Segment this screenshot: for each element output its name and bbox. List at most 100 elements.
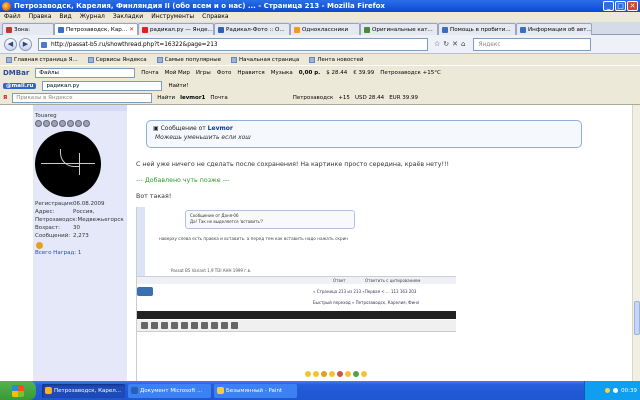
tab-label: радикал.ру — Янде... [150, 26, 213, 33]
bookmark-start-page[interactable]: Начальная страница [230, 56, 300, 63]
maximize-button[interactable]: □ [615, 1, 626, 11]
tray-icon[interactable] [605, 388, 611, 393]
awards-link[interactable]: Всего Наград: 1 [33, 249, 127, 257]
toolbar-item-like[interactable]: Нравится [237, 70, 264, 76]
back-button[interactable]: ◀ [4, 37, 17, 51]
tab-original-cat[interactable]: Оригинальные кат... [360, 23, 438, 35]
tab-favicon-icon [294, 26, 300, 33]
bookmark-label: Начальная страница [238, 56, 300, 63]
menu-view[interactable]: Вид [59, 12, 71, 22]
toolbar-item-games[interactable]: Игры [196, 70, 211, 76]
menu-help[interactable]: Справка [202, 12, 228, 22]
detail-address: Адрес: Россия, [35, 208, 125, 216]
clock[interactable]: 00:39 [621, 388, 637, 394]
tab-help[interactable]: Помощь в пробити... [438, 23, 516, 35]
bookmark-yandex-services[interactable]: Сервисы Яндекса [87, 56, 147, 63]
files-field[interactable]: Файлы [35, 67, 136, 78]
stop-icon[interactable]: ✕ [452, 40, 458, 48]
tool-icon [231, 322, 238, 329]
screenshot-post-text: наверху слева есть правка и вставить. а … [159, 236, 349, 241]
taskbar-label: Документ Microsoft ... [140, 387, 203, 394]
firefox-icon [45, 387, 52, 394]
yandex-mail[interactable]: Почта [210, 95, 227, 101]
tab-zone[interactable]: Зона: [2, 23, 54, 35]
taskbar-firefox[interactable]: Петрозаводск, Карел... [42, 383, 125, 398]
reputation-icon [75, 120, 82, 127]
home-icon[interactable]: ⌂ [461, 40, 465, 48]
menu-bookmarks[interactable]: Закладки [113, 12, 143, 22]
toolbar-item-music[interactable]: Музыка [271, 70, 293, 76]
menu-history[interactable]: Журнал [80, 12, 105, 22]
vertical-scrollbar[interactable] [632, 105, 640, 381]
taskbar-label: Безымянный - Paint [226, 387, 283, 394]
attached-screenshot: Сообщение от Даня-06 Да! Так не выделяет… [136, 207, 456, 381]
tool-icon [181, 322, 188, 329]
taskbar-word[interactable]: Документ Microsoft ... [128, 383, 211, 398]
scrollbar-thumb[interactable] [634, 301, 640, 335]
mailru-find-button[interactable]: Найти! [168, 83, 188, 89]
start-button[interactable] [0, 381, 36, 400]
username[interactable]: Touareg [33, 111, 127, 119]
yandex-user[interactable]: levmor1 [180, 95, 205, 101]
tab-petrozavodsk[interactable]: Петрозаводск, Кар... ✕ [54, 23, 138, 35]
windows-logo-icon [12, 384, 24, 397]
search-box[interactable]: Яндекс [473, 37, 592, 51]
menu-edit[interactable]: Правка [29, 12, 52, 22]
dmbar-toolbar: DMBar Файлы Почта Мой Мир Игры Фото Нрав… [0, 65, 640, 79]
taskbar-paint[interactable]: Безымянный - Paint [214, 383, 297, 398]
tab-favicon-icon [6, 26, 12, 33]
detail-key: Регистрация: [35, 201, 74, 207]
bookmark-news-feed[interactable]: Лента новостей [309, 56, 363, 63]
bookmark-popular[interactable]: Самые популярные [156, 56, 221, 63]
toolbar-item-mail[interactable]: Почта [141, 70, 158, 76]
post-text-line: С ней уже ничего не сделать после сохран… [136, 161, 450, 168]
toolbar-item-photo[interactable]: Фото [217, 70, 232, 76]
site-identity-icon [41, 41, 47, 48]
detail-age: Возраст: 30 [35, 224, 125, 232]
detail-value: Медвежьегорск [77, 217, 124, 223]
menu-file[interactable]: Файл [4, 12, 21, 22]
quote-author[interactable]: Levmor [208, 125, 233, 132]
weather-widget[interactable]: Петрозаводск +15°C [380, 70, 441, 76]
tab-odnoklassniki[interactable]: Одноклассники [290, 23, 360, 35]
yandex-search-field[interactable]: Приказы в Яндексе [12, 93, 153, 103]
yandex-find-button[interactable]: Найти [157, 95, 175, 101]
mailru-search-field[interactable]: радикал.ру [42, 80, 163, 91]
bookmark-yandex-home[interactable]: Главная страница Я... [6, 56, 78, 63]
reputation-icon [35, 120, 42, 127]
window-title: Петрозаводск, Карелия, Финляндия II (обо… [14, 2, 385, 10]
reputation-icon [59, 120, 66, 127]
toolbar-item-my-world[interactable]: Мой Мир [165, 70, 190, 76]
tab-label: Информация об авт... [528, 26, 592, 33]
balance-value: 0,00 р. [298, 69, 321, 76]
close-button[interactable]: ✕ [627, 1, 638, 11]
menu-tools[interactable]: Инструменты [151, 12, 194, 22]
window-controls: _ □ ✕ [603, 1, 638, 11]
bookmark-label: Сервисы Яндекса [95, 56, 147, 63]
screenshot-reply-button [137, 287, 153, 296]
tab-favicon-icon [142, 26, 148, 33]
yandex-city[interactable]: Петрозаводск [293, 95, 334, 101]
screenshot-tool-icons [137, 320, 456, 332]
detail-value: 2,273 [73, 233, 89, 239]
yandex-eur: EUR 39.99 [389, 95, 419, 101]
url-bar[interactable]: http://passat-b5.ru/showthread.php?t=163… [38, 37, 428, 51]
tab-radikal-yandex[interactable]: радикал.ру — Янде... [138, 23, 214, 35]
reputation-icon [43, 120, 50, 127]
dropdown-icon[interactable]: ☆ [434, 40, 440, 48]
tool-icon [221, 322, 228, 329]
volume-icon[interactable] [613, 388, 619, 393]
quote-header: ▣ Сообщение от Levmor [153, 125, 233, 132]
menu-bar: Файл Правка Вид Журнал Закладки Инструме… [0, 12, 640, 22]
firefox-icon [2, 2, 11, 11]
tab-radikal-photo[interactable]: Радикал-Фото :: О... [214, 23, 290, 35]
forward-button[interactable]: ▶ [19, 37, 32, 51]
smiley-icon [361, 371, 367, 377]
minimize-button[interactable]: _ [603, 1, 614, 11]
eur-rate: € 39.99 [353, 69, 375, 76]
reload-icon[interactable]: ↻ [443, 40, 449, 48]
close-tab-icon[interactable]: ✕ [129, 26, 134, 33]
detail-city: Петрозаводск: Медвежьегорск [35, 216, 125, 224]
tab-info[interactable]: Информация об авт... [516, 23, 592, 35]
detail-posts: Сообщений: 2,273 [35, 232, 125, 240]
